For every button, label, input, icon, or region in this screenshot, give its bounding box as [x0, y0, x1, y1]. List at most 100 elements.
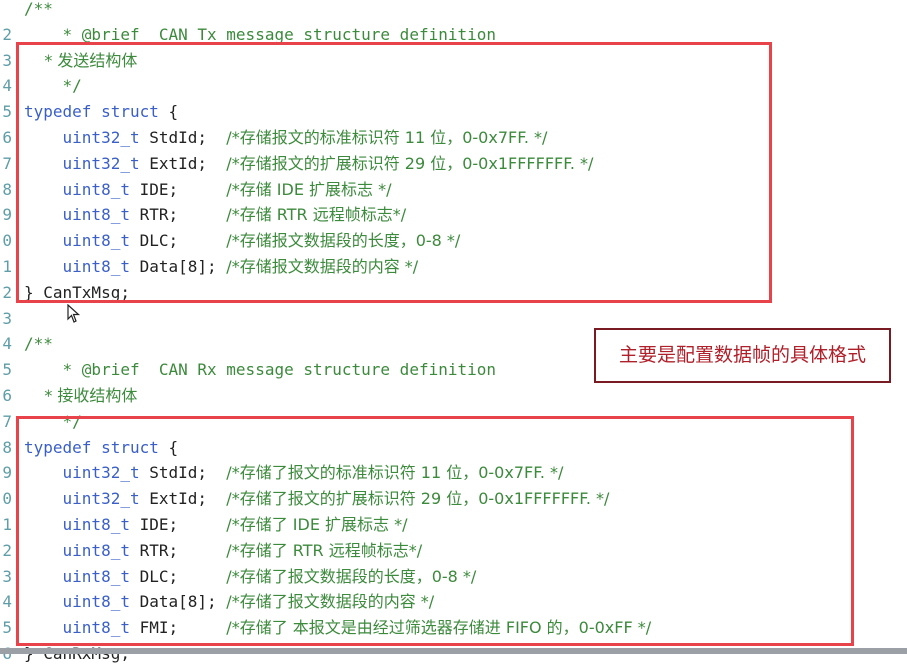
code-text: */ — [24, 73, 82, 99]
line-number: 1 — [2, 257, 12, 276]
line-number: 0 — [2, 231, 12, 251]
code-token: Data[8]; — [129, 257, 227, 276]
code-text: uint32_t StdId; /*存储了报文的标准标识符 11 位，0-0x7… — [24, 460, 564, 486]
code-token: IDE; — [129, 179, 227, 199]
code-text: uint8_t DLC; /*存储报文数据段的长度，0-8 */ — [24, 228, 461, 254]
code-token: Data[8]; — [129, 592, 227, 612]
code-keyword: uint8_t — [24, 592, 130, 612]
code-comment: /** — [24, 334, 53, 354]
code-token: StdId; — [139, 128, 227, 147]
code-keyword: uint32_t — [24, 463, 140, 483]
code-text: typedef struct { — [24, 99, 178, 125]
code-keyword: uint32_t — [24, 153, 140, 173]
code-text: uint8_t RTR; /*存储 RTR 远程帧标志*/ — [24, 202, 407, 228]
code-editor[interactable]: /** 2 * @brief CAN Tx message structure d… — [0, 0, 907, 663]
line-number: 4 — [2, 592, 12, 612]
code-token: DLC; — [129, 231, 227, 251]
code-keyword: uint8_t — [24, 257, 130, 276]
line-number: 2 — [2, 282, 12, 302]
line-number: 3 — [2, 308, 12, 328]
code-comment: /*存储了 RTR 远程帧标志*/ — [226, 540, 423, 560]
line-number: 1 — [2, 515, 12, 534]
line-number: 6 — [2, 128, 12, 147]
code-comment: /*存储报文的扩展标识符 29 位，0-0x1FFFFFFF. */ — [226, 153, 594, 173]
code-token: IDE; — [129, 515, 227, 534]
code-comment: * @brief CAN Rx message structure defini… — [24, 360, 497, 380]
code-comment: /*存储了 IDE 扩展标志 */ — [226, 515, 408, 534]
line-number: 5 — [2, 360, 12, 380]
code-comment: */ — [24, 76, 82, 96]
line-number: 6 — [2, 386, 12, 405]
code-keyword: uint8_t — [24, 540, 130, 560]
line-number: 5 — [2, 102, 12, 122]
line-number: 8 — [2, 437, 12, 457]
code-token: ExtId; — [139, 489, 227, 509]
code-keyword: uint8_t — [24, 231, 130, 251]
code-comment: /*存储报文的标准标识符 11 位，0-0x7FF. */ — [226, 128, 548, 147]
code-keyword: uint32_t — [24, 489, 140, 509]
code-token: RTR; — [129, 540, 227, 560]
code-token: ExtId; — [139, 153, 227, 173]
line-number: 3 — [2, 50, 12, 70]
code-text: */ — [24, 409, 82, 435]
line-number: 3 — [2, 566, 12, 586]
line-number: 8 — [2, 179, 12, 199]
code-keyword: uint8_t — [24, 566, 130, 586]
mouse-pointer-icon — [67, 304, 81, 323]
code-comment: /*存储了报文数据段的内容 */ — [226, 592, 435, 612]
code-keyword: typedef — [24, 102, 92, 122]
annotation-callout: 主要是配置数据帧的具体格式 — [594, 328, 891, 383]
code-text: uint8_t RTR; /*存储了 RTR 远程帧标志*/ — [24, 538, 423, 564]
code-comment: /*存储了报文数据段的长度，0-8 */ — [226, 566, 477, 586]
code-comment: /*存储 IDE 扩展标志 */ — [226, 179, 392, 199]
line-number: 4 — [2, 334, 12, 354]
code-comment: /*存储报文数据段的长度，0-8 */ — [226, 231, 461, 251]
line-number: 7 — [2, 153, 12, 173]
code-comment: * 接收结构体 — [24, 386, 138, 405]
code-token: RTR; — [129, 205, 227, 225]
code-comment: * @brief CAN Tx message structure defini… — [24, 24, 497, 44]
line-number: 2 — [2, 540, 12, 560]
code-text: * 发送结构体 — [24, 48, 137, 74]
code-text: uint8_t IDE; /*存储 IDE 扩展标志 */ — [24, 177, 392, 203]
code-keyword: uint8_t — [24, 618, 130, 638]
code-text: typedef struct { — [24, 435, 178, 461]
code-comment: /*存储了报文的标准标识符 11 位，0-0x7FF. */ — [226, 463, 564, 483]
code-token: StdId; — [139, 463, 227, 483]
code-keyword: struct — [101, 102, 159, 122]
line-number: 0 — [2, 489, 12, 509]
code-comment: /*存储了报文的扩展标识符 29 位，0-0x1FFFFFFF. */ — [226, 489, 610, 509]
code-text: uint32_t ExtId; /*存储报文的扩展标识符 29 位，0-0x1F… — [24, 151, 594, 177]
code-text: uint8_t DLC; /*存储了报文数据段的长度，0-8 */ — [24, 564, 477, 590]
line-number: 9 — [2, 205, 12, 225]
code-text: uint8_t FMI; /*存储了 本报文是由经过筛选器存储进 FIFO 的，… — [24, 615, 652, 641]
code-token: { — [158, 437, 179, 457]
code-text: uint8_t Data[8]; /*存储报文数据段的内容 */ — [24, 254, 419, 280]
code-token: { — [158, 102, 179, 122]
code-comment: /** — [24, 0, 53, 18]
line-number: 9 — [2, 463, 12, 483]
code-text: } CanRxMsg; — [24, 641, 130, 667]
code-keyword: uint8_t — [24, 205, 130, 225]
line-number: 4 — [2, 76, 12, 96]
code-text: * 接收结构体 — [24, 383, 137, 409]
code-text: * @brief CAN Rx message structure defini… — [24, 357, 496, 383]
code-text: uint32_t StdId; /*存储报文的标准标识符 11 位，0-0x7F… — [24, 125, 548, 151]
code-keyword: struct — [101, 437, 159, 457]
line-number: 2 — [2, 24, 12, 44]
code-comment: /*存储了 本报文是由经过筛选器存储进 FIFO 的，0-0xFF */ — [226, 618, 652, 638]
horizontal-scrollbar[interactable] — [0, 648, 907, 654]
code-token: DLC; — [129, 566, 227, 586]
line-number: 6 — [0, 641, 12, 667]
code-text: /** — [24, 331, 53, 357]
code-keyword: uint8_t — [24, 515, 130, 534]
code-text: /** — [24, 0, 53, 22]
code-text: uint8_t Data[8]; /*存储了报文数据段的内容 */ — [24, 589, 435, 615]
code-keyword: typedef — [24, 437, 92, 457]
code-comment: /*存储报文数据段的内容 */ — [226, 257, 419, 276]
code-comment: */ — [24, 411, 82, 431]
line-number: 7 — [2, 411, 12, 431]
code-text: uint32_t ExtId; /*存储了报文的扩展标识符 29 位，0-0x1… — [24, 486, 610, 512]
